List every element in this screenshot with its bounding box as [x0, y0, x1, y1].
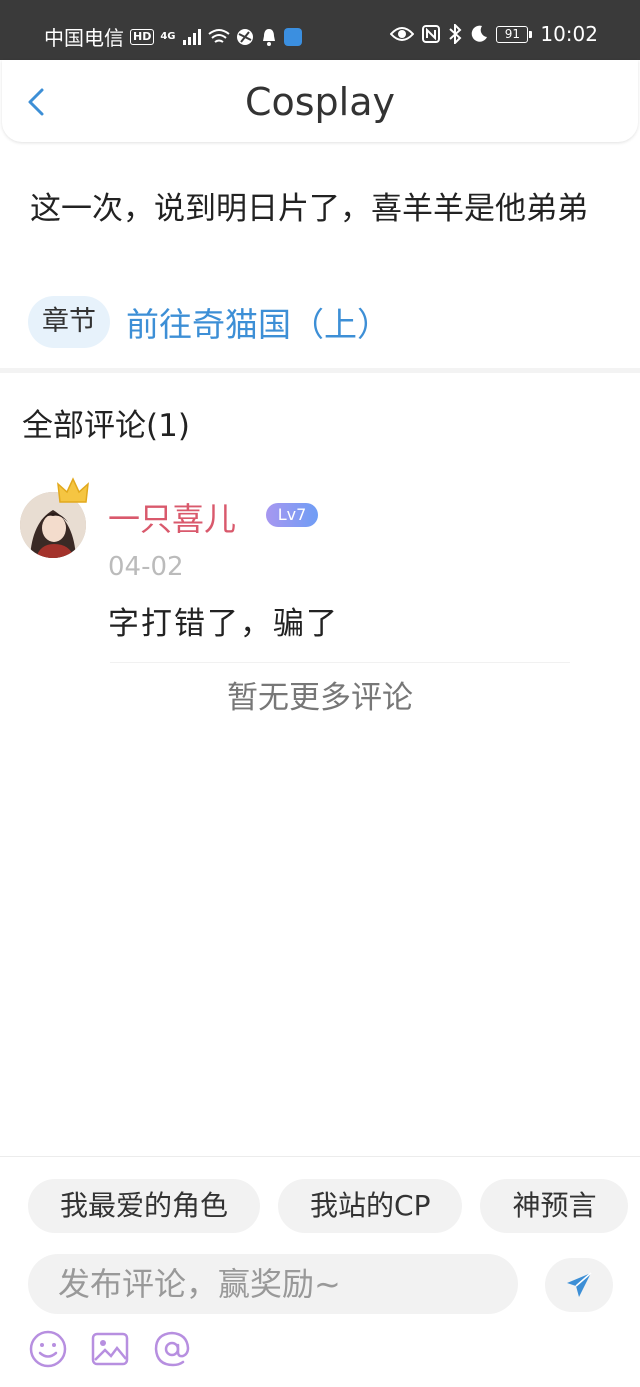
comment-input[interactable]: 发布评论，赢奖励~ — [28, 1254, 518, 1314]
post-text: 这一次，说到明日片了，喜羊羊是他弟弟 — [30, 191, 588, 227]
signal-icon — [182, 28, 201, 45]
status-left: 中国电信 HD 4G — [44, 22, 302, 51]
nfc-icon — [422, 25, 441, 43]
topic-chips: 我最爱的角色 我站的CP 神预言 — [28, 1179, 629, 1233]
comment-username[interactable]: 一只喜儿 — [108, 494, 236, 540]
chapter-tag: 章节 — [28, 296, 110, 348]
chapter-row: 章节 前往奇猫国（上） — [28, 296, 390, 348]
topic-chip[interactable]: 我最爱的角色 — [28, 1179, 261, 1233]
section-divider — [0, 368, 640, 373]
clock: 10:02 — [540, 22, 598, 46]
level-badge: Lv7 — [266, 503, 318, 527]
battery-indicator: 91 — [496, 25, 533, 43]
hd-badge: HD — [130, 28, 155, 45]
comments-title: 全部评论(1) — [22, 408, 190, 444]
page-title: Cosplay — [244, 80, 396, 124]
notification-bell-icon — [262, 28, 275, 46]
status-bar: 中国电信 HD 4G 91 10:02 — [0, 0, 640, 60]
wifi-icon — [207, 28, 230, 43]
topic-chip[interactable]: 神预言 — [480, 1179, 629, 1233]
emoji-icon[interactable] — [28, 1329, 68, 1369]
comment-date: 04-02 — [108, 552, 184, 582]
carrier-label: 中国电信 — [44, 26, 124, 50]
comment-composer: 我最爱的角色 我站的CP 神预言 发布评论，赢奖励~ — [0, 1156, 640, 1387]
eye-icon — [390, 27, 415, 41]
no-more-comments: 暂无更多评论 — [227, 680, 413, 716]
status-right: 91 10:02 — [390, 22, 598, 46]
battery-tip — [529, 30, 533, 38]
crown-icon — [57, 477, 89, 503]
mention-icon[interactable] — [152, 1329, 192, 1369]
composer-tools — [28, 1329, 192, 1369]
comment-text: 字打错了，骗了 — [108, 606, 339, 642]
image-icon[interactable] — [90, 1329, 130, 1369]
app-header: Cosplay — [2, 60, 638, 142]
app-notification-icon — [283, 27, 302, 46]
battery-level: 91 — [496, 25, 529, 43]
send-icon — [567, 1272, 592, 1297]
moon-icon — [472, 25, 488, 42]
network-type: 4G — [160, 31, 176, 42]
chapter-link[interactable]: 前往奇猫国（上） — [126, 298, 390, 346]
vpn-icon — [236, 28, 253, 45]
topic-chip[interactable]: 我站的CP — [278, 1179, 463, 1233]
bluetooth-icon — [449, 24, 462, 44]
comment-divider — [110, 662, 570, 663]
send-button[interactable] — [545, 1258, 613, 1312]
